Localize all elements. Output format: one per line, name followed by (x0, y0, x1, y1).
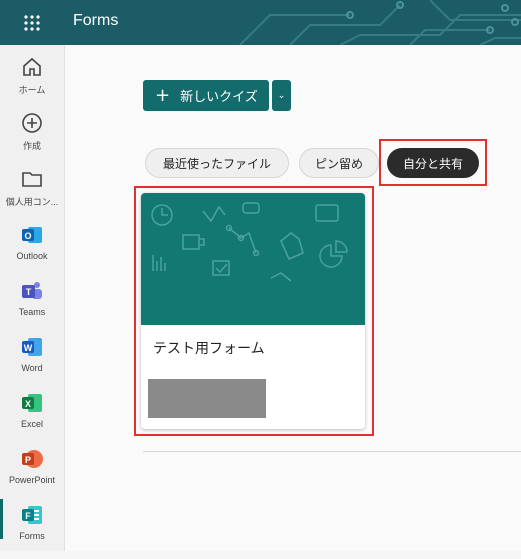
rail-item-powerpoint[interactable]: P PowerPoint (0, 447, 64, 503)
create-icon (22, 113, 42, 133)
highlight-box-card (134, 186, 374, 436)
rail-item-label: Excel (20, 419, 43, 429)
plus-icon: + (155, 84, 171, 106)
word-icon: W (22, 338, 42, 356)
rail-item-create[interactable]: 作成 (0, 111, 64, 167)
svg-text:T: T (26, 287, 32, 297)
rail-item-label: Forms (19, 531, 45, 541)
rail-item-label: PowerPoint (8, 475, 56, 485)
rail-item-label: 作成 (22, 141, 41, 151)
app-launcher-button[interactable] (0, 0, 64, 45)
rail-item-teams[interactable]: T Teams (0, 279, 64, 335)
divider (143, 451, 521, 452)
rail-item-home[interactable]: ホーム (0, 55, 64, 111)
rail-item-label: Outlook (16, 251, 48, 261)
new-options-dropdown[interactable]: ⌄ (272, 80, 291, 111)
rail-item-outlook[interactable]: O Outlook (0, 223, 64, 279)
filter-recent[interactable]: 最近使ったファイル (145, 148, 289, 178)
svg-text:O: O (24, 231, 31, 241)
svg-text:F: F (25, 511, 31, 521)
teams-icon: T (22, 282, 42, 299)
rail-item-label: Teams (18, 307, 46, 317)
filter-label: ピン留め (314, 156, 363, 171)
powerpoint-icon: P (22, 450, 43, 468)
left-nav-rail: ホーム 作成 個人用コン... O Outlook T Teams W Word… (0, 45, 65, 551)
outlook-icon: O (22, 227, 42, 243)
folder-icon (22, 172, 42, 187)
header-pattern (239, 0, 521, 45)
excel-icon: X (22, 394, 42, 412)
main-content: + 新しいクイズ ⌄ 最近使ったファイル ピン留め 自分と共有 テスト用フォーム (65, 45, 521, 551)
home-icon (23, 57, 41, 76)
rail-item-label: 個人用コン... (5, 197, 59, 207)
rail-item-label: Word (21, 363, 43, 373)
filter-pinned[interactable]: ピン留め (299, 148, 379, 178)
highlight-box-filter (379, 139, 487, 186)
rail-item-excel[interactable]: X Excel (0, 391, 64, 447)
svg-text:P: P (25, 455, 31, 465)
waffle-icon (24, 14, 40, 31)
new-quiz-button[interactable]: + 新しいクイズ (143, 80, 269, 111)
svg-text:X: X (25, 399, 31, 409)
rail-item-my-content[interactable]: 個人用コン... (0, 167, 64, 223)
app-title[interactable]: Forms (73, 12, 118, 30)
forms-icon: F (22, 506, 42, 524)
chevron-down-icon: ⌄ (277, 90, 286, 101)
rail-item-word[interactable]: W Word (0, 335, 64, 391)
rail-item-label: ホーム (18, 85, 46, 95)
filter-label: 最近使ったファイル (162, 156, 271, 171)
svg-text:W: W (24, 343, 33, 353)
new-quiz-label: 新しいクイズ (180, 90, 258, 105)
app-header: Forms (0, 0, 521, 45)
